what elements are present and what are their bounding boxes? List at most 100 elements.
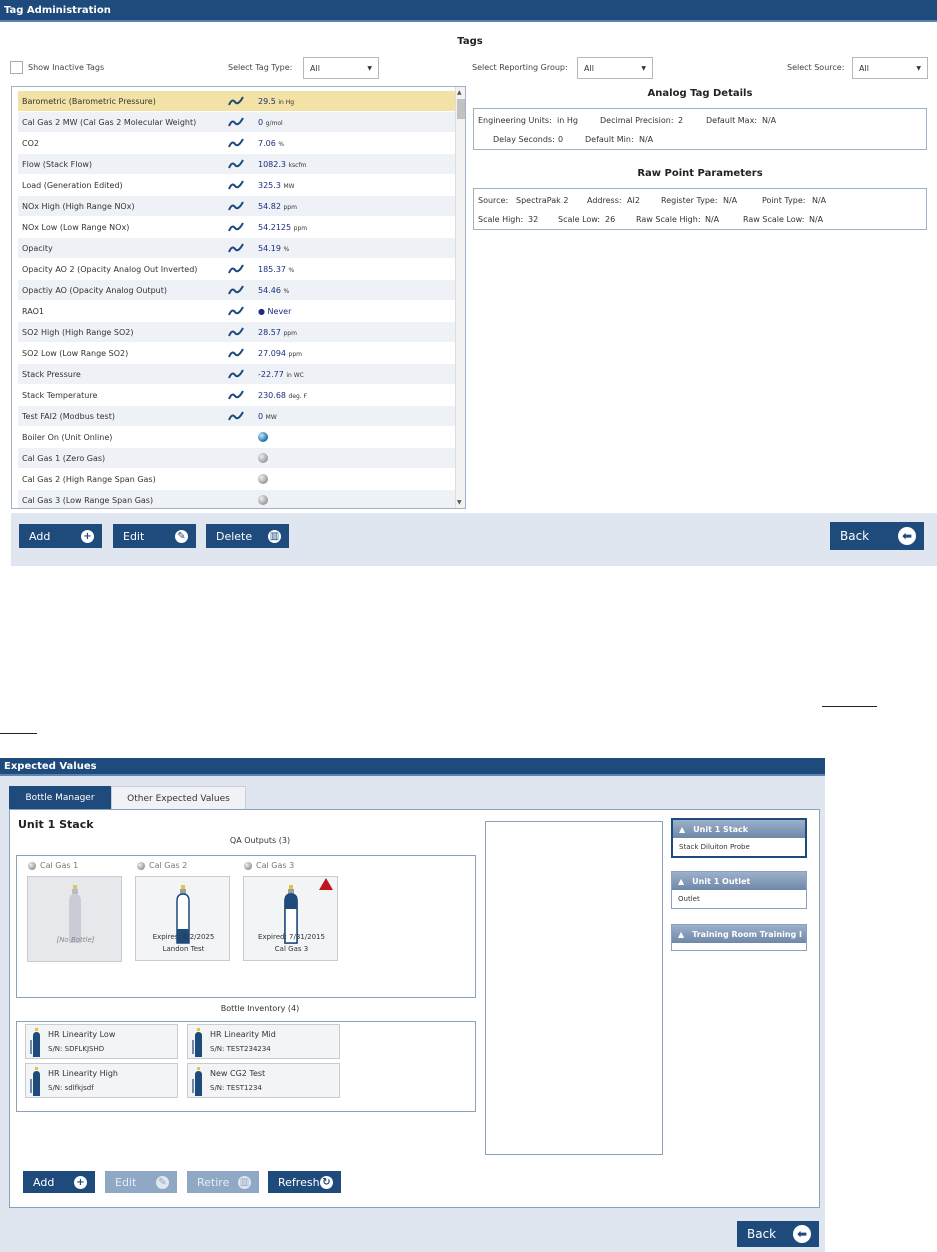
- tag-row[interactable]: Boiler On (Unit Online): [18, 427, 456, 447]
- address-value: AI2: [627, 196, 640, 205]
- refresh-button[interactable]: Refresh ↻: [268, 1171, 341, 1193]
- tab-bottle-manager[interactable]: Bottle Manager: [9, 786, 111, 810]
- trend-icon: [228, 326, 244, 338]
- tab-other-expected-values[interactable]: Other Expected Values: [111, 786, 246, 810]
- tag-row[interactable]: Opacity 54.19 %: [18, 238, 456, 258]
- tag-name: Opactiy AO (Opacity Analog Output): [22, 285, 168, 295]
- retire-bottle-button[interactable]: Retire ▥: [187, 1171, 259, 1193]
- inventory-item[interactable]: New CG2 Test S/N: TEST1234: [187, 1063, 340, 1098]
- collapse-arrow-icon: ▲: [678, 929, 685, 939]
- retire-label: Retire: [197, 1175, 230, 1189]
- tag-row[interactable]: Opacity AO 2 (Opacity Analog Out Inverte…: [18, 259, 456, 279]
- unit-card-training-room[interactable]: ▲ Training Room Training I: [671, 924, 807, 951]
- tag-row[interactable]: Cal Gas 3 (Low Range Span Gas): [18, 490, 456, 508]
- tag-value-number: 0: [258, 411, 264, 421]
- inventory-item[interactable]: HR Linearity Low S/N: SDFLKJSHD: [25, 1024, 178, 1059]
- bottle-name: New CG2 Test: [210, 1069, 266, 1078]
- source-param-label: Source:: [478, 196, 509, 205]
- tag-admin-back-button[interactable]: Back ⬅: [830, 522, 924, 550]
- tag-row[interactable]: RAO1 ● Never: [18, 301, 456, 321]
- tag-value: 0 g/mol: [258, 118, 283, 127]
- unit-card-header[interactable]: ▲ Unit 1 Stack: [673, 820, 805, 838]
- inventory-item[interactable]: HR Linearity Mid S/N: TEST234234: [187, 1024, 340, 1059]
- tag-row[interactable]: Stack Temperature 230.68 deg. F: [18, 385, 456, 405]
- warning-triangle-icon: [319, 878, 333, 890]
- scroll-down-icon[interactable]: ▼: [457, 499, 462, 506]
- trend-icon: [228, 284, 244, 296]
- tag-row[interactable]: SO2 High (High Range SO2) 28.57 ppm: [18, 322, 456, 342]
- tag-unit: %: [283, 287, 290, 295]
- edit-bottle-button[interactable]: Edit ✎: [105, 1171, 177, 1193]
- edit-tag-button[interactable]: Edit ✎: [113, 524, 196, 548]
- delay-seconds-value: 0: [558, 135, 564, 144]
- dropdown-arrow-icon: ▼: [367, 64, 372, 72]
- tag-name: CO2: [22, 138, 39, 148]
- gas-bottle-icon: [192, 1067, 202, 1096]
- tag-name: SO2 Low (Low Range SO2): [22, 348, 129, 358]
- qa-output-card-3[interactable]: Expired: 7/31/2015 Cal Gas 3: [243, 876, 338, 961]
- reporting-group-select[interactable]: All ▼: [577, 57, 653, 79]
- qa-output-card-2[interactable]: Expires: 6/2/2025 Landon Test: [135, 876, 230, 961]
- tag-name: Boiler On (Unit Online): [22, 432, 113, 442]
- default-min-value: N/A: [639, 135, 654, 144]
- tag-row[interactable]: NOx High (High Range NOx) 54.82 ppm: [18, 196, 456, 216]
- bottle-serial: S/N: SDFLKJSHD: [48, 1045, 105, 1053]
- tag-unit: kscfm: [288, 161, 307, 169]
- add-bottle-button[interactable]: Add +: [23, 1171, 95, 1193]
- tag-row[interactable]: Cal Gas 2 (High Range Span Gas): [18, 469, 456, 489]
- expected-values-back-button[interactable]: Back ⬅: [737, 1221, 819, 1247]
- tag-row[interactable]: Load (Generation Edited) 325.3 MW: [18, 175, 456, 195]
- delete-tag-button[interactable]: Delete ▥: [206, 524, 289, 548]
- source-select[interactable]: All ▼: [852, 57, 928, 79]
- tag-row[interactable]: Barometric (Barometric Pressure) 29.5 in …: [18, 91, 456, 111]
- status-dot-icon: [28, 861, 36, 870]
- dropdown-arrow-icon: ▼: [916, 64, 921, 72]
- add-tag-button[interactable]: Add +: [19, 524, 102, 548]
- scale-high-label: Scale High:: [478, 215, 524, 224]
- tag-row[interactable]: Test FAI2 (Modbus test) 0 MW: [18, 406, 456, 426]
- tag-row[interactable]: NOx Low (Low Range NOx) 54.2125 ppm: [18, 217, 456, 237]
- tag-row[interactable]: Opactiy AO (Opacity Analog Output) 54.46 …: [18, 280, 456, 300]
- tag-name: Test FAI2 (Modbus test): [22, 411, 115, 421]
- bottle-name: Cal Gas 3: [274, 945, 309, 953]
- reporting-group-label: Select Reporting Group:: [472, 63, 568, 72]
- raw-scale-high-value: N/A: [705, 215, 720, 224]
- tag-row[interactable]: Cal Gas 1 (Zero Gas): [18, 448, 456, 468]
- no-bottle-text: [No Bottle]: [56, 936, 95, 944]
- tag-value-number: 185.37: [258, 264, 286, 274]
- tag-row[interactable]: Stack Pressure -22.77 in WC: [18, 364, 456, 384]
- tag-name: SO2 High (High Range SO2): [22, 327, 134, 337]
- qa-output-card-1[interactable]: [No Bottle]: [27, 876, 122, 962]
- tag-value: 54.2125 ppm: [258, 223, 307, 232]
- edit-label: Edit: [115, 1175, 137, 1189]
- tag-value-number: 28.57: [258, 327, 281, 337]
- scroll-up-icon[interactable]: ▲: [457, 89, 462, 96]
- show-inactive-checkbox[interactable]: [10, 61, 23, 74]
- trend-icon: [228, 410, 244, 422]
- status-on-icon: [258, 432, 268, 442]
- tag-list-scrollbar[interactable]: ▲ ▼: [455, 87, 465, 508]
- unit-card-header[interactable]: ▲ Unit 1 Outlet: [672, 872, 806, 890]
- refresh-icon: ↻: [320, 1175, 333, 1189]
- status-off-icon: [258, 474, 268, 484]
- tag-name: Stack Pressure: [22, 369, 81, 379]
- default-max-value: N/A: [762, 116, 777, 125]
- unit-card-header[interactable]: ▲ Training Room Training I: [672, 925, 806, 943]
- tag-type-select[interactable]: All ▼: [303, 57, 379, 79]
- tag-row[interactable]: Cal Gas 2 MW (Cal Gas 2 Molecular Weight…: [18, 112, 456, 132]
- tag-name: Load (Generation Edited): [22, 180, 123, 190]
- bottle-serial: S/N: TEST1234: [210, 1084, 262, 1092]
- unit-card-unit-1-outlet[interactable]: ▲ Unit 1 Outlet Outlet: [671, 871, 807, 909]
- tag-row[interactable]: SO2 Low (Low Range SO2) 27.094 ppm: [18, 343, 456, 363]
- tag-row[interactable]: CO2 7.06 %: [18, 133, 456, 153]
- scrollbar-thumb[interactable]: [457, 99, 465, 119]
- gas-bottle-icon: [192, 1028, 202, 1057]
- eng-units-label: Engineering Units:: [478, 116, 552, 125]
- status-off-icon: [258, 453, 268, 463]
- tag-status-never: ● Never: [258, 307, 291, 316]
- tag-row[interactable]: Flow (Stack Flow) 1082.3 kscfm: [18, 154, 456, 174]
- panel-title: Tag Administration: [4, 4, 111, 16]
- unit-card-unit-1-stack[interactable]: ▲ Unit 1 Stack Stack Diluiton Probe: [671, 818, 807, 858]
- tag-list[interactable]: Cal Gas 3 (Low Range Span Gas) Cal Gas 2 …: [11, 86, 466, 509]
- inventory-item[interactable]: HR Linearity High S/N: sdlfkjsdf: [25, 1063, 178, 1098]
